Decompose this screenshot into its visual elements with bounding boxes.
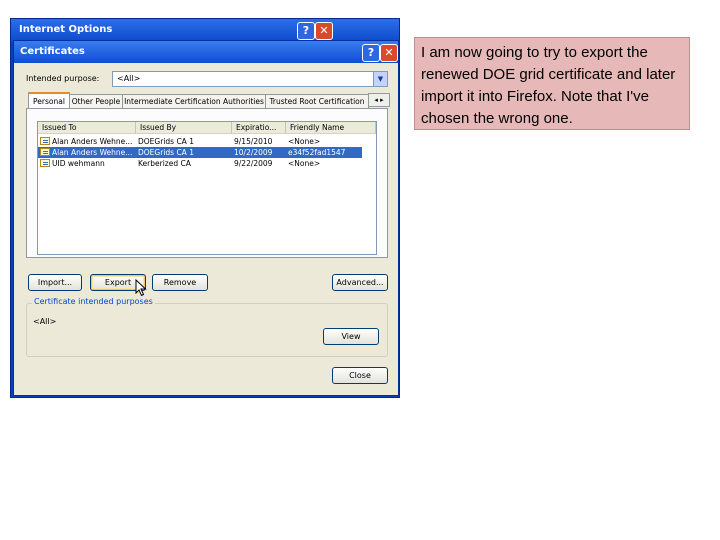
tab-other-people[interactable]: Other People	[69, 94, 123, 108]
intended-purposes-group: <All> View	[26, 303, 388, 357]
close-button[interactable]: Close	[332, 367, 388, 384]
certificate-list[interactable]: Issued To Issued By Expiratio... Friendl…	[37, 121, 377, 255]
chevron-down-icon[interactable]: ▼	[373, 72, 387, 86]
certificates-titlebar[interactable]: Certificates ? ✕	[14, 41, 398, 63]
mouse-cursor-icon	[135, 279, 147, 297]
column-header-friendly-name[interactable]: Friendly Name	[286, 122, 376, 134]
table-row-selected[interactable]: Alan Anders Wehne... DOEGrids CA 1 10/2/…	[38, 147, 362, 158]
certificate-icon	[40, 137, 50, 145]
column-header-expiration[interactable]: Expiratio...	[232, 122, 286, 134]
cell-issued-by: Kerberized CA	[138, 159, 191, 168]
advanced-button[interactable]: Advanced...	[332, 274, 388, 291]
help-button[interactable]: ?	[297, 22, 315, 40]
intended-purpose-label: Intended purpose:	[26, 74, 100, 83]
cell-friendly-name: e34f52fad1547	[288, 148, 346, 157]
view-button[interactable]: View	[323, 328, 379, 345]
column-header-issued-to[interactable]: Issued To	[38, 122, 136, 134]
cell-issued-to: UID wehmann	[52, 159, 105, 168]
certificates-title: Certificates	[20, 46, 85, 57]
cell-friendly-name: <None>	[288, 137, 321, 146]
cell-expiration: 9/22/2009	[234, 159, 273, 168]
dialog-close-button[interactable]: ✕	[380, 44, 398, 62]
close-window-button[interactable]: ✕	[315, 22, 333, 40]
cell-issued-to: Alan Anders Wehne...	[52, 148, 133, 157]
cell-expiration: 10/2/2009	[234, 148, 273, 157]
tab-scroll-arrows[interactable]: ◂ ▸	[368, 93, 390, 107]
personal-tab-panel: Issued To Issued By Expiratio... Friendl…	[26, 108, 388, 258]
intended-purpose-select[interactable]: <All> ▼	[112, 71, 388, 87]
remove-button[interactable]: Remove	[152, 274, 208, 291]
tab-trusted-root-ca[interactable]: Trusted Root Certification	[265, 94, 369, 108]
cell-issued-by: DOEGrids CA 1	[138, 137, 194, 146]
certificate-icon	[40, 159, 50, 167]
column-header-issued-by[interactable]: Issued By	[136, 122, 232, 134]
import-button[interactable]: Import...	[28, 274, 82, 291]
table-row[interactable]: UID wehmann Kerberized CA 9/22/2009 <Non…	[38, 158, 362, 169]
internet-options-title: Internet Options	[19, 24, 113, 35]
tab-intermediate-ca[interactable]: Intermediate Certification Authorities	[122, 94, 266, 108]
certificate-icon	[40, 148, 50, 156]
cell-expiration: 9/15/2010	[234, 137, 273, 146]
cell-issued-by: DOEGrids CA 1	[138, 148, 194, 157]
cell-friendly-name: <None>	[288, 159, 321, 168]
cell-issued-to: Alan Anders Wehne...	[52, 137, 133, 146]
annotation-note: I am now going to try to export the rene…	[414, 37, 690, 130]
certificates-dialog: Certificates ? ✕ Intended purpose: <All>…	[13, 40, 399, 396]
intended-purposes-group-title: Certificate intended purposes	[32, 297, 155, 306]
intended-purposes-value: <All>	[33, 317, 57, 326]
table-row[interactable]: Alan Anders Wehne... DOEGrids CA 1 9/15/…	[38, 136, 362, 147]
dialog-help-button[interactable]: ?	[362, 44, 380, 62]
intended-purpose-value: <All>	[117, 74, 141, 83]
